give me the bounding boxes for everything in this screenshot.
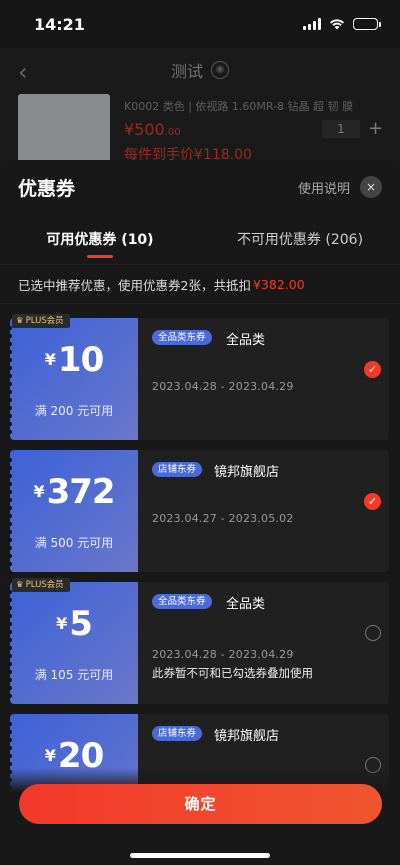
- checkmark-icon[interactable]: ✓: [364, 493, 381, 510]
- coupon-value-panel: ¥10 满 200 元可用: [7, 318, 138, 440]
- background-product-page: ‹ 测试 ◉ K0002 类色 | 依视路 1.60MR-8 钻晶 超 韧 膜 …: [0, 48, 400, 178]
- coupon-validity-dates: 2023.04.28 - 2023.04.29: [152, 380, 294, 393]
- coupon-screen: 14:21 ‹ 测试 ◉ K0002 类色 | 依视路 1.60MR-8 钻晶 …: [0, 0, 400, 865]
- product-price: ¥500.00: [124, 120, 181, 139]
- sheet-title: 优惠券: [18, 177, 76, 200]
- coupon-amount: 372: [46, 472, 116, 512]
- plus-member-tag: ♛ PLUS会员: [12, 578, 70, 592]
- coupon-tabs: 可用优惠券 (10) 不可用优惠券 (206): [0, 214, 400, 264]
- plus-member-tag: ♛ PLUS会员: [12, 314, 70, 328]
- status-time: 14:21: [34, 14, 85, 34]
- coupon-card[interactable]: ♛ PLUS会员 ¥10 满 200 元可用 全品类东券 全品类 2023.04.…: [7, 314, 389, 440]
- product-name: K0002 类色 | 依视路 1.60MR-8 钻晶 超 韧 膜 镜片: [124, 100, 354, 113]
- tab-available-coupons[interactable]: 可用优惠券 (10): [0, 214, 200, 264]
- summary-text: 已选中推荐优惠，使用优惠券2张，共抵扣: [18, 277, 251, 293]
- wifi-icon: [330, 19, 344, 30]
- crown-icon: ♛: [16, 316, 24, 326]
- location-pin-icon: ◉: [211, 61, 229, 79]
- coupon-details: 全品类东券 全品类 2023.04.28 - 2023.04.29 ✓: [138, 318, 389, 440]
- plus-icon: +: [368, 118, 384, 139]
- status-bar: 14:21: [0, 0, 400, 48]
- coupon-scope: 镜邦旗舰店: [214, 465, 280, 480]
- background-nav-bar: ‹ 测试 ◉: [0, 48, 400, 92]
- coupon-scope: 全品类: [226, 333, 266, 348]
- status-icons: [303, 18, 381, 30]
- coupon-value-panel: ¥372 满 500 元可用: [7, 450, 138, 572]
- battery-icon: [353, 18, 381, 30]
- coupon-validity-dates: 2023.04.27 - 2023.05.02: [152, 512, 294, 525]
- summary-amount: ¥382.00: [252, 276, 305, 292]
- coupon-amount: 5: [69, 604, 93, 644]
- home-indicator: [130, 853, 270, 858]
- coupon-sheet: 优惠券 使用说明 × 可用优惠券 (10) 不可用优惠券 (206) 已选中推荐…: [0, 160, 400, 865]
- tab-unavailable-coupons[interactable]: 不可用优惠券 (206): [200, 214, 400, 264]
- active-tab-indicator: [87, 255, 113, 258]
- background-page-title: 测试: [170, 62, 203, 81]
- unselected-radio[interactable]: [365, 625, 381, 641]
- coupon-type-badge: 店铺东券: [152, 462, 203, 477]
- tab-label: 可用优惠券 (10): [46, 232, 154, 248]
- usage-instructions-link[interactable]: 使用说明: [298, 178, 350, 197]
- coupon-amount: 10: [57, 340, 104, 380]
- close-icon[interactable]: ×: [360, 176, 382, 198]
- coupon-min-spend: 满 200 元可用: [34, 404, 114, 418]
- currency-symbol: ¥: [33, 482, 45, 501]
- coupon-stack-note: 此券暂不可和已勾选券叠加使用: [152, 666, 313, 680]
- coupon-card[interactable]: ¥372 满 500 元可用 店铺东券 镜邦旗舰店 2023.04.27 - 2…: [7, 450, 389, 572]
- coupon-scope: 镜邦旗舰店: [214, 729, 280, 744]
- checkmark-icon[interactable]: ✓: [364, 361, 381, 378]
- coupon-min-spend: 满 105 元可用: [34, 668, 114, 682]
- tab-label: 不可用优惠券 (206): [236, 232, 364, 248]
- coupon-details: 全品类东券 全品类 2023.04.28 - 2023.04.29 此券暂不可和…: [138, 582, 389, 704]
- coupon-value-panel: ¥5 满 105 元可用: [7, 582, 138, 704]
- quantity-value: 1: [322, 120, 360, 138]
- crown-icon: ♛: [16, 580, 24, 590]
- confirm-bar: 确定: [0, 768, 400, 865]
- currency-symbol: ¥: [44, 350, 56, 369]
- back-arrow-icon: ‹: [18, 58, 28, 86]
- confirm-button[interactable]: 确定: [19, 784, 382, 824]
- coupon-card[interactable]: ♛ PLUS会员 ¥5 满 105 元可用 全品类东券 全品类 2023.04.2…: [7, 578, 389, 704]
- currency-symbol: ¥: [56, 614, 68, 633]
- coupon-details: 店铺东券 镜邦旗舰店 2023.04.27 - 2023.05.02 ✓: [138, 450, 389, 572]
- product-thumbnail: [18, 94, 110, 162]
- cellular-signal-icon: [303, 18, 321, 30]
- coupon-type-badge: 全品类东券: [152, 330, 212, 345]
- currency-symbol: ¥: [44, 746, 56, 765]
- sheet-header: 优惠券 使用说明 ×: [0, 160, 400, 214]
- coupon-type-badge: 店铺东券: [152, 726, 203, 741]
- coupon-type-badge: 全品类东券: [152, 594, 212, 609]
- coupon-validity-dates: 2023.04.28 - 2023.04.29: [152, 648, 294, 661]
- coupon-scope: 全品类: [226, 597, 266, 612]
- selection-summary: 已选中推荐优惠，使用优惠券2张，共抵扣 ¥382.00: [0, 264, 400, 304]
- coupon-min-spend: 满 500 元可用: [34, 536, 114, 550]
